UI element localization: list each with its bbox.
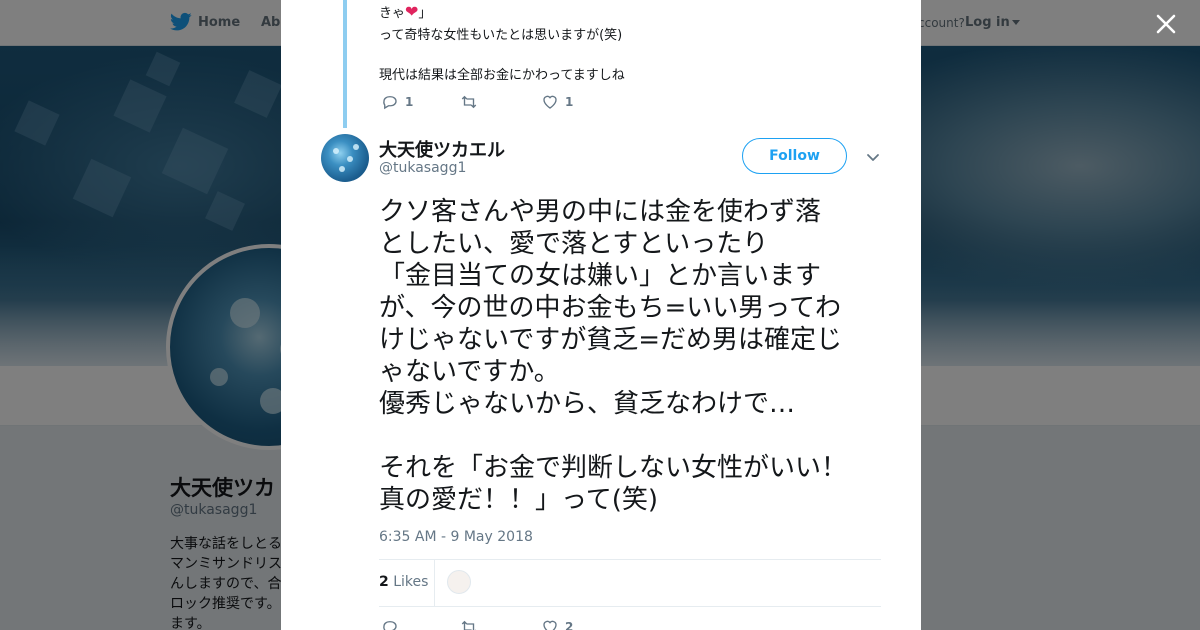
tweet-text: クソ客さんや男の中には金を使わず落 としたい、愛で落とすといったり 「金目当ての…: [379, 196, 889, 516]
retweet-button[interactable]: [460, 93, 484, 111]
likes-label: Likes: [393, 574, 429, 590]
reply-icon: [383, 96, 397, 110]
tweet-text-line: が、今の世の中お金もち=いい男ってわ: [379, 293, 841, 323]
retweet-button[interactable]: [460, 618, 484, 630]
previous-tweet-line: きゃ❤」: [379, 2, 431, 21]
tweet-text-line: けじゃないですが貧乏=だめ男は確定じ: [379, 325, 843, 355]
like-button[interactable]: 1: [541, 93, 573, 111]
tweet-modal: きゃ❤」 って奇特な女性もいたとは思いますが(笑) 現代は結果は全部お金にかわっ…: [281, 0, 921, 630]
divider: [379, 606, 881, 607]
tweet-timestamp[interactable]: 6:35 AM - 9 May 2018: [379, 529, 533, 545]
tweet-text-line: ゃないですか。: [379, 357, 560, 387]
heart-icon: [543, 620, 557, 630]
author-avatar[interactable]: [321, 134, 369, 182]
reply-button[interactable]: [381, 618, 405, 630]
previous-tweet-line: って奇特な女性もいたとは思いますが(笑): [379, 28, 623, 43]
author-handle[interactable]: @tukasagg1: [379, 160, 466, 176]
thread-connector-line: [343, 0, 347, 128]
like-count: 1: [565, 95, 574, 109]
like-count: 2: [565, 620, 574, 630]
follow-button[interactable]: Follow: [742, 138, 847, 174]
tweet-text-line: クソ客さんや男の中には金を使わず落: [379, 197, 822, 227]
tweet-text-line: としたい、愛で落とすといったり: [379, 229, 769, 259]
divider: [379, 559, 881, 560]
reply-count: 1: [405, 95, 414, 109]
divider: [434, 560, 435, 606]
reply-button[interactable]: 1: [381, 93, 413, 111]
previous-tweet-line: 現代は結果は全部お金にかわってますしね: [379, 68, 625, 83]
tweet-text-line: 「金目当ての女は嫌い」とか言います: [379, 261, 822, 291]
previous-tweet-text: 」: [418, 6, 432, 21]
tweet-text-line: 優秀じゃないから、貧乏なわけで…: [379, 389, 796, 419]
like-button[interactable]: 2: [541, 618, 573, 630]
retweet-icon: [461, 620, 476, 630]
likes-number: 2: [379, 574, 389, 590]
likes-summary[interactable]: 2 Likes: [379, 574, 428, 590]
tweet-text-line: [379, 420, 889, 452]
red-heart-emoji-icon: ❤: [405, 2, 419, 21]
chevron-down-icon[interactable]: [865, 149, 881, 165]
heart-icon: [543, 95, 557, 109]
reply-icon: [383, 621, 397, 630]
previous-tweet-text: きゃ: [379, 6, 406, 21]
tweet-text-line: それを「お金で判断しない女性がいい！: [379, 453, 848, 483]
retweet-icon: [461, 95, 477, 109]
close-icon[interactable]: [1152, 10, 1180, 38]
tweet-text-line: 真の愛だ！！」って(笑): [379, 485, 658, 515]
author-name[interactable]: 大天使ツカエル: [379, 136, 505, 162]
liker-avatar[interactable]: [447, 570, 471, 594]
